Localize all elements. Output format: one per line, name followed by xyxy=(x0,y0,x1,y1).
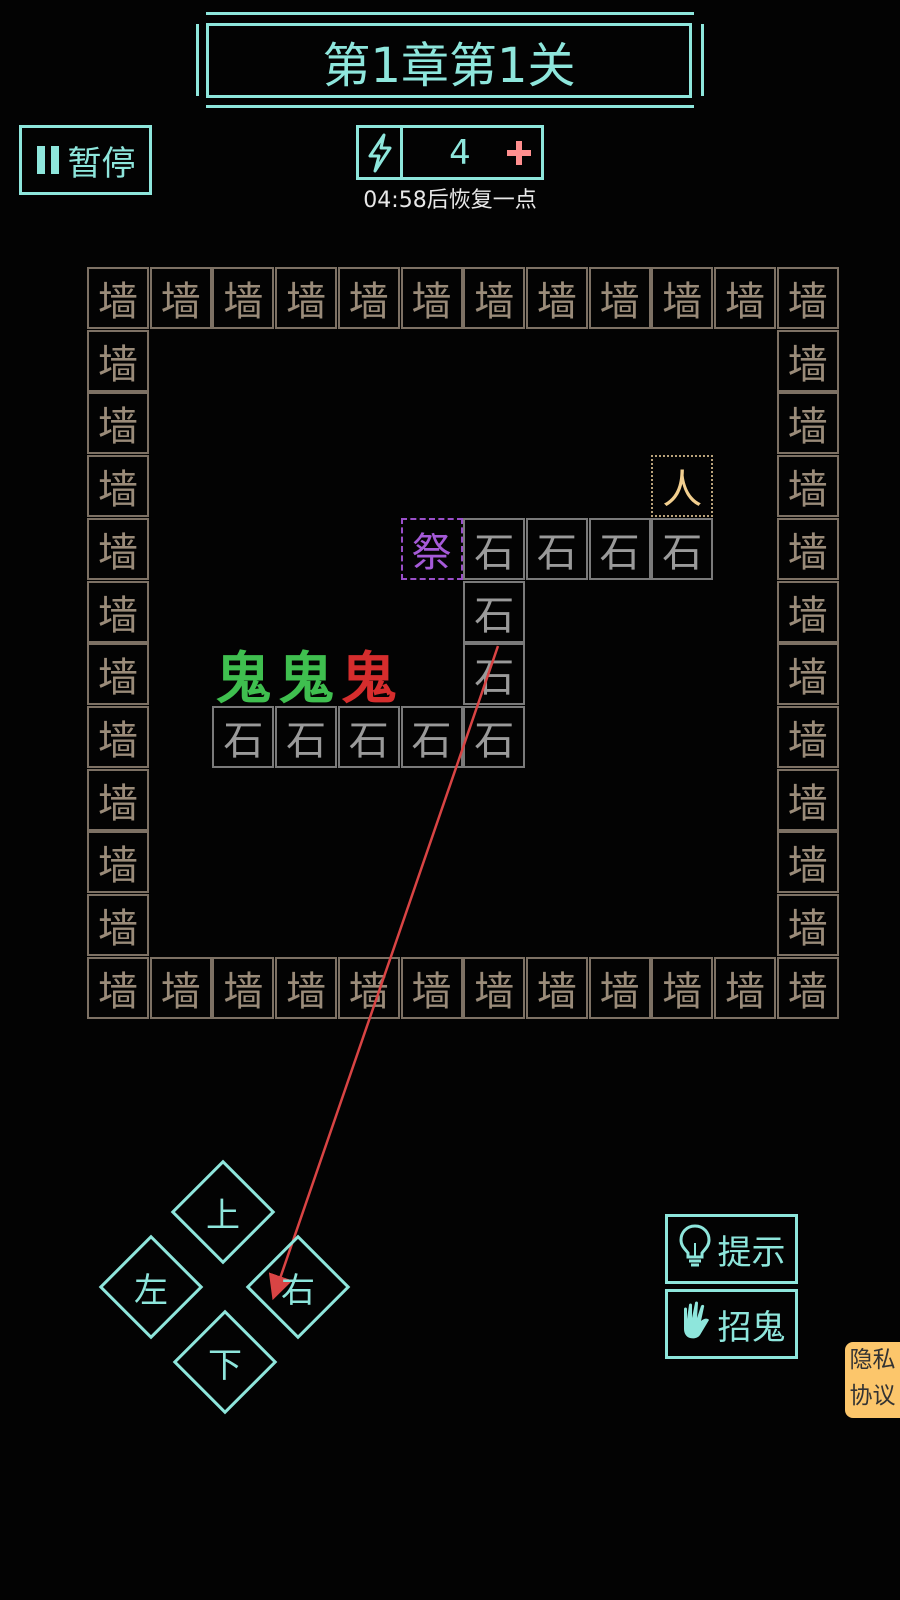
lightbulb-icon xyxy=(678,1223,712,1276)
hint-button[interactable]: 提示 xyxy=(665,1214,798,1284)
hint-label: 提示 xyxy=(717,1232,786,1273)
summon-label: 招鬼 xyxy=(717,1307,786,1348)
privacy-line-1: 隐私 xyxy=(849,1347,896,1373)
dpad-down-button[interactable]: 下 xyxy=(172,1309,278,1415)
hand-icon xyxy=(678,1299,712,1350)
dpad-right-label: 右 xyxy=(281,1270,315,1311)
privacy-line-2: 协议 xyxy=(849,1383,896,1409)
dpad-left-label: 左 xyxy=(134,1270,168,1311)
swipe-arrow xyxy=(268,645,500,1301)
summon-ghost-button[interactable]: 招鬼 xyxy=(665,1289,798,1359)
dpad-down-label: 下 xyxy=(208,1345,242,1386)
privacy-policy-tab[interactable]: 隐私 协议 xyxy=(845,1342,900,1418)
dpad-up-label: 上 xyxy=(206,1195,240,1236)
